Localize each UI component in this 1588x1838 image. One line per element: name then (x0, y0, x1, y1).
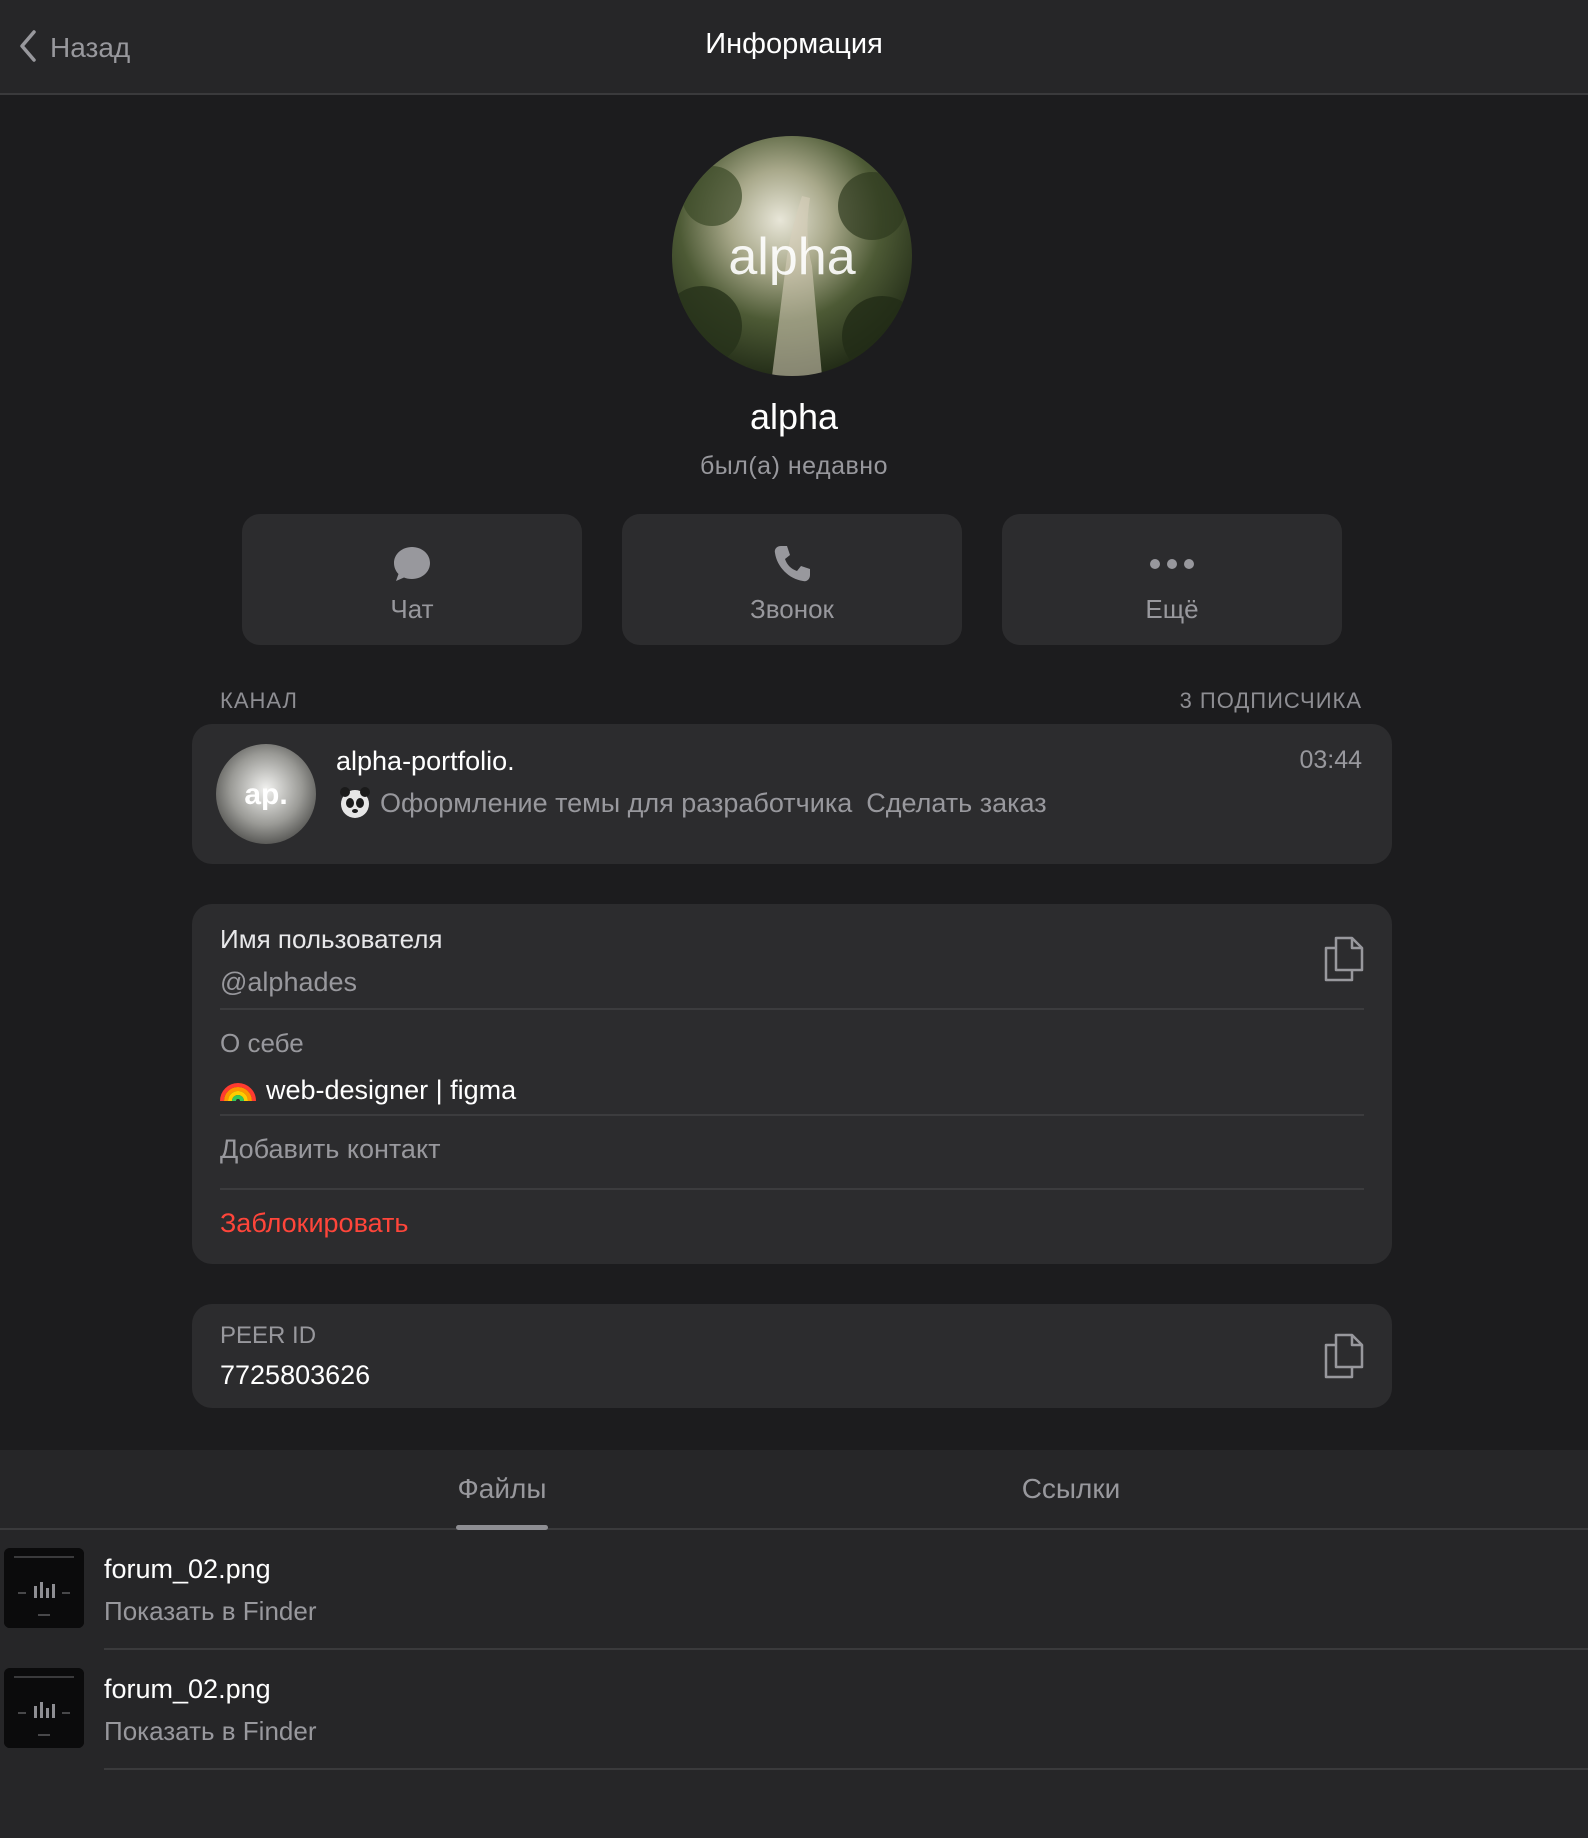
profile-avatar[interactable]: alpha (672, 136, 912, 376)
chat-button[interactable]: Чат (242, 514, 582, 645)
files-list: forum_02.png Показать в Finder forum_02.… (0, 1530, 1588, 1838)
bio-value: web-designer | figma (266, 1075, 517, 1105)
divider (220, 1008, 1364, 1010)
file-name: forum_02.png (104, 1674, 271, 1704)
channel-section-label: КАНАЛ (220, 688, 298, 713)
username-value: @alphades (220, 967, 358, 997)
bio-row: О себе web-designer | figma (220, 1028, 1364, 1110)
file-thumbnail (4, 1548, 84, 1628)
channel-avatar: ap. (216, 744, 316, 844)
peer-id-row[interactable]: PEER ID 7725803626 (220, 1322, 1364, 1391)
peer-id-title: PEER ID (220, 1322, 317, 1349)
call-button-label: Звонок (750, 594, 834, 624)
user-info-card: Имя пользователя @alphades О себе web-de… (192, 904, 1392, 1264)
phone-icon (772, 544, 812, 584)
more-button-label: Ещё (1145, 594, 1199, 624)
peer-id-value: 7725803626 (220, 1360, 371, 1390)
tab-files[interactable]: Файлы (456, 1450, 548, 1530)
chat-button-label: Чат (390, 594, 434, 624)
more-button[interactable]: Ещё (1002, 514, 1342, 645)
show-in-finder-link[interactable]: Показать в Finder (104, 1596, 316, 1627)
channel-preview-action: Сделать заказ (866, 787, 1047, 818)
block-button[interactable]: Заблокировать (220, 1208, 1364, 1239)
bio-value-line: web-designer | figma (220, 1071, 1364, 1110)
call-button[interactable]: Звонок (622, 514, 962, 645)
channel-preview-text: Оформление темы для разработчика (380, 787, 853, 818)
tab-links-label: Ссылки (1021, 1473, 1121, 1504)
copy-icon (1324, 936, 1364, 982)
svg-text:alpha: alpha (728, 228, 855, 286)
media-tabs: Файлы Ссылки (0, 1450, 1588, 1530)
file-name: forum_02.png (104, 1554, 271, 1584)
bio-title: О себе (220, 1028, 304, 1058)
file-thumbnail (4, 1668, 84, 1748)
channel-card[interactable]: ap. alpha-portfolio. 03:44 Оформление те… (192, 724, 1392, 864)
divider (104, 1768, 1588, 1770)
username-row[interactable]: Имя пользователя @alphades (220, 924, 1364, 998)
copy-peer-id-button[interactable] (1324, 1333, 1364, 1379)
copy-icon (1324, 1333, 1364, 1379)
add-contact-button[interactable]: Добавить контакт (220, 1134, 1364, 1165)
username-title: Имя пользователя (220, 924, 443, 954)
rainbow-emoji-icon (220, 1071, 256, 1110)
top-bar: Назад Информация (0, 0, 1588, 95)
divider (220, 1114, 1364, 1116)
tab-links[interactable]: Ссылки (1010, 1450, 1132, 1528)
channel-preview: Оформление темы для разработчика Сделать… (336, 784, 1047, 822)
peer-id-card: PEER ID 7725803626 (192, 1304, 1392, 1408)
more-dots-icon (1149, 544, 1195, 584)
profile-name: alpha (749, 396, 839, 437)
divider (220, 1188, 1364, 1190)
page-title: Информация (705, 28, 883, 60)
copy-username-button[interactable] (1324, 936, 1364, 982)
show-in-finder-link[interactable]: Показать в Finder (104, 1716, 316, 1747)
tab-files-label: Файлы (457, 1473, 547, 1504)
channel-time: 03:44 (1299, 746, 1362, 774)
chat-bubble-icon (393, 544, 431, 584)
profile-status: был(а) недавно (699, 452, 889, 480)
file-item[interactable]: forum_02.png Показать в Finder (0, 1530, 1588, 1650)
subscriber-count: 3 ПОДПИСЧИКА (1179, 688, 1362, 713)
channel-name: alpha-portfolio. (336, 746, 515, 776)
file-item[interactable]: forum_02.png Показать в Finder (0, 1650, 1588, 1770)
panda-sticker-icon (336, 784, 374, 822)
svg-text:ap.: ap. (244, 778, 287, 811)
